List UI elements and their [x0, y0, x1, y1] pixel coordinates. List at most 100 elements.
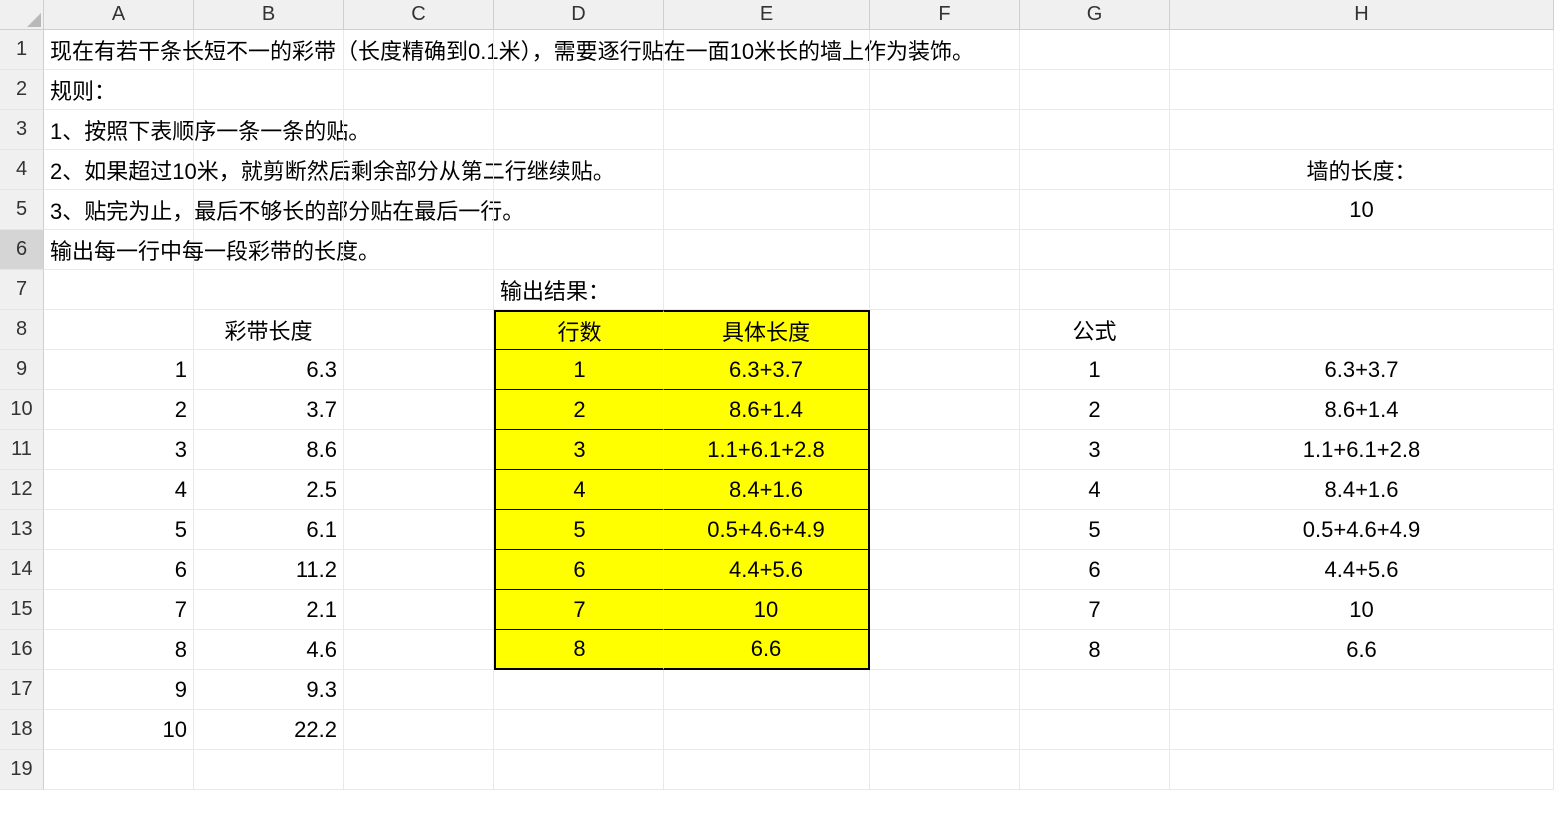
cell-G2[interactable]	[1020, 70, 1170, 110]
cell-E13[interactable]: 0.5+4.6+4.9	[664, 510, 870, 550]
cell-D12[interactable]: 4	[494, 470, 664, 510]
cell-E7[interactable]	[664, 270, 870, 310]
cell-G10[interactable]: 2	[1020, 390, 1170, 430]
cell-D1[interactable]	[494, 30, 664, 70]
cell-G17[interactable]	[1020, 670, 1170, 710]
cell-E11[interactable]: 1.1+6.1+2.8	[664, 430, 870, 470]
cell-H6[interactable]	[1170, 230, 1554, 270]
cell-D5[interactable]	[494, 190, 664, 230]
cell-G1[interactable]	[1020, 30, 1170, 70]
cell-C11[interactable]	[344, 430, 494, 470]
row-header-12[interactable]: 12	[0, 470, 44, 510]
cell-A3[interactable]: 1、按照下表顺序一条一条的贴。	[44, 110, 194, 150]
cell-E6[interactable]	[664, 230, 870, 270]
cell-E15[interactable]: 10	[664, 590, 870, 630]
cell-B16[interactable]: 4.6	[194, 630, 344, 670]
cell-F5[interactable]	[870, 190, 1020, 230]
cell-B14[interactable]: 11.2	[194, 550, 344, 590]
cell-A12[interactable]: 4	[44, 470, 194, 510]
cell-B9[interactable]: 6.3	[194, 350, 344, 390]
cell-D2[interactable]	[494, 70, 664, 110]
row-header-10[interactable]: 10	[0, 390, 44, 430]
row-header-7[interactable]: 7	[0, 270, 44, 310]
cell-C6[interactable]	[344, 230, 494, 270]
cell-C1[interactable]	[344, 30, 494, 70]
cell-C9[interactable]	[344, 350, 494, 390]
cell-F18[interactable]	[870, 710, 1020, 750]
cell-H9[interactable]: 6.3+3.7	[1170, 350, 1554, 390]
cell-B19[interactable]	[194, 750, 344, 790]
cell-E14[interactable]: 4.4+5.6	[664, 550, 870, 590]
cell-H13[interactable]: 0.5+4.6+4.9	[1170, 510, 1554, 550]
cell-B4[interactable]	[194, 150, 344, 190]
cell-C5[interactable]	[344, 190, 494, 230]
cell-C14[interactable]	[344, 550, 494, 590]
cell-D14[interactable]: 6	[494, 550, 664, 590]
cell-A6[interactable]: 输出每一行中每一段彩带的长度。	[44, 230, 194, 270]
cell-B8[interactable]: 彩带长度	[194, 310, 344, 350]
col-header-F[interactable]: F	[870, 0, 1020, 30]
cell-F10[interactable]	[870, 390, 1020, 430]
cell-A7[interactable]	[44, 270, 194, 310]
cell-F9[interactable]	[870, 350, 1020, 390]
cell-C2[interactable]	[344, 70, 494, 110]
cell-G6[interactable]	[1020, 230, 1170, 270]
cell-F4[interactable]	[870, 150, 1020, 190]
cell-C13[interactable]	[344, 510, 494, 550]
row-header-13[interactable]: 13	[0, 510, 44, 550]
cell-B18[interactable]: 22.2	[194, 710, 344, 750]
cell-G15[interactable]: 7	[1020, 590, 1170, 630]
cell-D13[interactable]: 5	[494, 510, 664, 550]
cell-E8[interactable]: 具体长度	[664, 310, 870, 350]
cell-H8[interactable]	[1170, 310, 1554, 350]
cell-H4[interactable]: 墙的长度：	[1170, 150, 1554, 190]
cell-H18[interactable]	[1170, 710, 1554, 750]
cell-D4[interactable]	[494, 150, 664, 190]
cell-B15[interactable]: 2.1	[194, 590, 344, 630]
cell-B6[interactable]	[194, 230, 344, 270]
cell-F19[interactable]	[870, 750, 1020, 790]
cell-C19[interactable]	[344, 750, 494, 790]
cell-D17[interactable]	[494, 670, 664, 710]
cell-G5[interactable]	[1020, 190, 1170, 230]
col-header-H[interactable]: H	[1170, 0, 1554, 30]
row-header-5[interactable]: 5	[0, 190, 44, 230]
cell-H5[interactable]: 10	[1170, 190, 1554, 230]
cell-B13[interactable]: 6.1	[194, 510, 344, 550]
col-header-E[interactable]: E	[664, 0, 870, 30]
cell-B5[interactable]	[194, 190, 344, 230]
row-header-18[interactable]: 18	[0, 710, 44, 750]
cell-D18[interactable]	[494, 710, 664, 750]
cell-C10[interactable]	[344, 390, 494, 430]
row-header-6[interactable]: 6	[0, 230, 44, 270]
cell-H14[interactable]: 4.4+5.6	[1170, 550, 1554, 590]
row-header-2[interactable]: 2	[0, 70, 44, 110]
cell-F6[interactable]	[870, 230, 1020, 270]
cell-A4[interactable]: 2、如果超过10米，就剪断然后剩余部分从第二行继续贴。	[44, 150, 194, 190]
cell-A2[interactable]: 规则：	[44, 70, 194, 110]
cell-F13[interactable]	[870, 510, 1020, 550]
cell-G9[interactable]: 1	[1020, 350, 1170, 390]
row-header-17[interactable]: 17	[0, 670, 44, 710]
select-all-corner[interactable]	[0, 0, 44, 30]
cell-G11[interactable]: 3	[1020, 430, 1170, 470]
cell-H16[interactable]: 6.6	[1170, 630, 1554, 670]
cell-B1[interactable]	[194, 30, 344, 70]
cell-C4[interactable]	[344, 150, 494, 190]
cell-E17[interactable]	[664, 670, 870, 710]
cell-A10[interactable]: 2	[44, 390, 194, 430]
cell-A18[interactable]: 10	[44, 710, 194, 750]
cell-E12[interactable]: 8.4+1.6	[664, 470, 870, 510]
row-header-14[interactable]: 14	[0, 550, 44, 590]
cell-B3[interactable]	[194, 110, 344, 150]
cell-F8[interactable]	[870, 310, 1020, 350]
cell-B12[interactable]: 2.5	[194, 470, 344, 510]
cell-F1[interactable]	[870, 30, 1020, 70]
cell-A15[interactable]: 7	[44, 590, 194, 630]
cell-G13[interactable]: 5	[1020, 510, 1170, 550]
cell-B11[interactable]: 8.6	[194, 430, 344, 470]
cell-A19[interactable]	[44, 750, 194, 790]
cell-H11[interactable]: 1.1+6.1+2.8	[1170, 430, 1554, 470]
cell-D19[interactable]	[494, 750, 664, 790]
cell-G7[interactable]	[1020, 270, 1170, 310]
